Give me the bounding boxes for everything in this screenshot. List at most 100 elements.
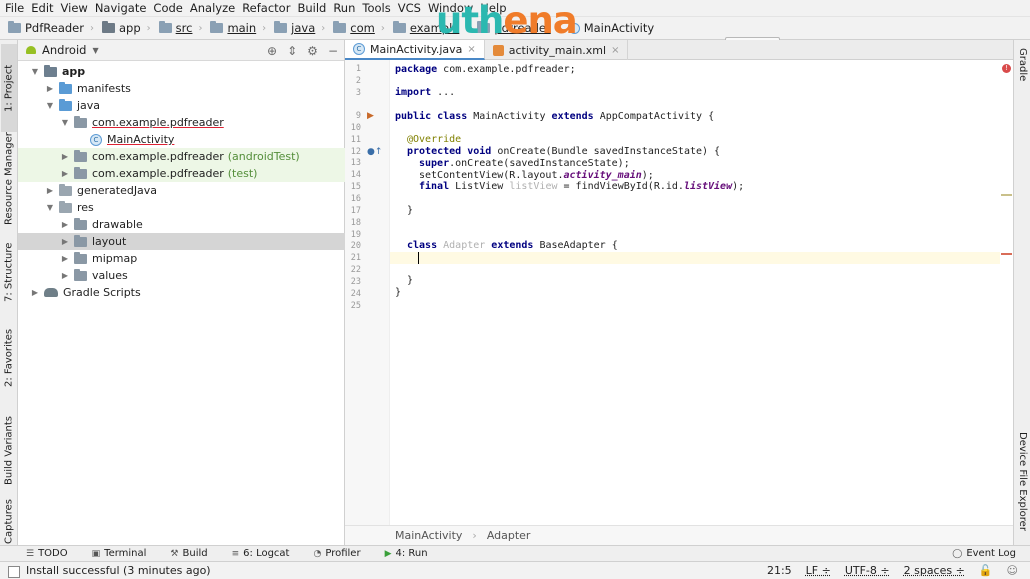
tool-label: Event Log [966, 548, 1016, 559]
event-log-icon: ◯ [952, 548, 963, 559]
status-message[interactable]: Install successful (3 minutes ago) [0, 564, 211, 578]
expand-arrow-icon[interactable]: ▶ [60, 169, 70, 178]
tab-project[interactable]: 1: Project [1, 44, 17, 132]
code-text: } [407, 205, 414, 216]
expand-arrow-icon[interactable]: ▶ [30, 288, 40, 297]
menu-build[interactable]: Build [295, 1, 331, 15]
breadcrumb-item-app[interactable]: app › [98, 17, 155, 39]
tree-item-generatedjava[interactable]: ▶ generatedJava [18, 182, 345, 199]
class-icon: C [353, 43, 365, 55]
expand-arrow-icon[interactable]: ▶ [60, 152, 70, 161]
lock-icon[interactable]: 🔓 [979, 564, 993, 577]
expand-arrow-icon[interactable]: ▶ [60, 220, 70, 229]
code-editor[interactable]: package com.example.pdfreader; import ..… [390, 60, 1013, 525]
code-line: } [407, 275, 413, 287]
tab-favorites[interactable]: 2: Favorites [1, 322, 17, 394]
tree-item-gradle-scripts[interactable]: ▶ Gradle Scripts [18, 284, 345, 301]
menu-run[interactable]: Run [331, 1, 360, 15]
close-icon[interactable]: × [467, 44, 475, 55]
expand-arrow-icon[interactable]: ▼ [60, 118, 70, 127]
tree-item-values[interactable]: ▶ values [18, 267, 345, 284]
breadcrumb-item-com[interactable]: com › [329, 17, 389, 39]
hide-icon[interactable]: − [328, 44, 338, 58]
project-pane: Android ▼ ⊕ ⇕ ⚙ − ▼ app ▶ manifests ▼ java … [18, 40, 345, 545]
tool-profiler[interactable]: ◔ Profiler [299, 548, 370, 559]
code-text: ); [732, 181, 745, 192]
editor-breadcrumb-item[interactable]: MainActivity [395, 529, 462, 542]
tab-label: MainActivity.java [370, 42, 463, 56]
tab-mainactivity-java[interactable]: C MainActivity.java × [345, 40, 485, 60]
expand-arrow-icon[interactable]: ▼ [45, 203, 55, 212]
tab-structure[interactable]: 7: Structure [1, 236, 17, 308]
menu-view[interactable]: View [59, 1, 93, 15]
menu-refactor[interactable]: Refactor [240, 1, 295, 15]
editor-breadcrumb-item[interactable]: Adapter [487, 529, 531, 542]
tree-item-app[interactable]: ▼ app [18, 63, 345, 80]
error-indicator-icon[interactable]: ! [1002, 64, 1011, 73]
tree-item-package-test[interactable]: ▶ com.example.pdfreader (test) [18, 165, 345, 182]
collapse-all-icon[interactable]: ⇕ [287, 44, 297, 58]
menu-file[interactable]: File [3, 1, 29, 15]
breadcrumb-item-main[interactable]: main › [206, 17, 270, 39]
menu-code[interactable]: Code [151, 1, 187, 15]
tree-item-manifests[interactable]: ▶ manifests [18, 80, 345, 97]
tree-item-mipmap[interactable]: ▶ mipmap [18, 250, 345, 267]
expand-arrow-icon[interactable]: ▼ [45, 101, 55, 110]
breadcrumb-item-java[interactable]: java › [270, 17, 329, 39]
expand-arrow-icon[interactable]: ▶ [45, 84, 55, 93]
tree-item-drawable[interactable]: ▶ drawable [18, 216, 345, 233]
class-icon: C [90, 133, 102, 146]
menu-navigate[interactable]: Navigate [93, 1, 152, 15]
breadcrumb-item-mainactivity[interactable]: MainActivity [565, 17, 658, 39]
expand-arrow-icon[interactable]: ▶ [60, 254, 70, 263]
expand-arrow-icon[interactable]: ▶ [60, 237, 70, 246]
tree-item-package-androidtest[interactable]: ▶ com.example.pdfreader (androidTest) [18, 148, 345, 165]
keyword: class [407, 240, 438, 251]
code-text: MainActivity [467, 111, 552, 122]
menu-vcs[interactable]: VCS [396, 1, 426, 15]
expand-arrow-icon[interactable]: ▶ [60, 271, 70, 280]
tool-event-log[interactable]: ◯ Event Log [938, 548, 1030, 559]
tool-label: Profiler [325, 548, 361, 559]
error-mark[interactable] [1001, 253, 1012, 255]
tab-gradle[interactable]: Gradle [1015, 48, 1030, 92]
tool-run[interactable]: ▶ 4: Run [371, 548, 438, 559]
tool-todo[interactable]: ☰ TODO [0, 548, 78, 559]
tab-resource-manager[interactable]: Resource Manager [1, 120, 17, 238]
override-gutter-icon[interactable]: ●↑ [367, 147, 382, 157]
caret-position[interactable]: 21:5 [767, 564, 792, 577]
line-separator-select[interactable]: LF ÷ [806, 564, 831, 577]
tab-activity-main-xml[interactable]: activity_main.xml × [485, 40, 629, 60]
tree-item-mainactivity[interactable]: C MainActivity [18, 131, 345, 148]
warning-mark[interactable] [1001, 194, 1012, 196]
tool-logcat[interactable]: ≡ 6: Logcat [218, 548, 300, 559]
tool-terminal[interactable]: ▣ Terminal [78, 548, 157, 559]
tool-build[interactable]: ⚒ Build [156, 548, 217, 559]
run-gutter-icon[interactable]: ▶ [367, 111, 374, 121]
tab-captures[interactable]: Captures [1, 500, 17, 545]
menu-edit[interactable]: Edit [29, 1, 58, 15]
locate-icon[interactable]: ⊕ [267, 44, 277, 58]
code-line: class Adapter extends BaseAdapter { [407, 240, 618, 252]
gear-icon[interactable]: ⚙ [307, 44, 318, 58]
keyword: final [419, 181, 450, 192]
tree-item-layout[interactable]: ▶ layout [18, 233, 345, 250]
menu-tools[interactable]: Tools [360, 1, 395, 15]
encoding-select[interactable]: UTF-8 ÷ [845, 564, 890, 577]
expand-arrow-icon[interactable]: ▼ [30, 67, 40, 76]
tab-device-file-explorer[interactable]: Device File Explorer [1015, 432, 1030, 542]
tree-item-res[interactable]: ▼ res [18, 199, 345, 216]
menu-analyze[interactable]: Analyze [188, 1, 240, 15]
indent-select[interactable]: 2 spaces ÷ [904, 564, 965, 577]
project-view-selector[interactable]: Android ▼ ⊕ ⇕ ⚙ − [18, 40, 344, 61]
code-line: package com.example.pdfreader; [395, 64, 576, 76]
tree-item-java[interactable]: ▼ java [18, 97, 345, 114]
inspection-icon[interactable]: ☺ [1007, 564, 1018, 577]
expand-arrow-icon[interactable]: ▶ [45, 186, 55, 195]
tab-build-variants[interactable]: Build Variants [1, 406, 17, 496]
close-icon[interactable]: × [611, 45, 619, 56]
breadcrumb-item-project[interactable]: PdfReader › [4, 17, 98, 39]
tree-item-package[interactable]: ▼ com.example.pdfreader [18, 114, 345, 131]
tool-label: 6: Logcat [243, 548, 290, 559]
breadcrumb-item-src[interactable]: src › [155, 17, 207, 39]
